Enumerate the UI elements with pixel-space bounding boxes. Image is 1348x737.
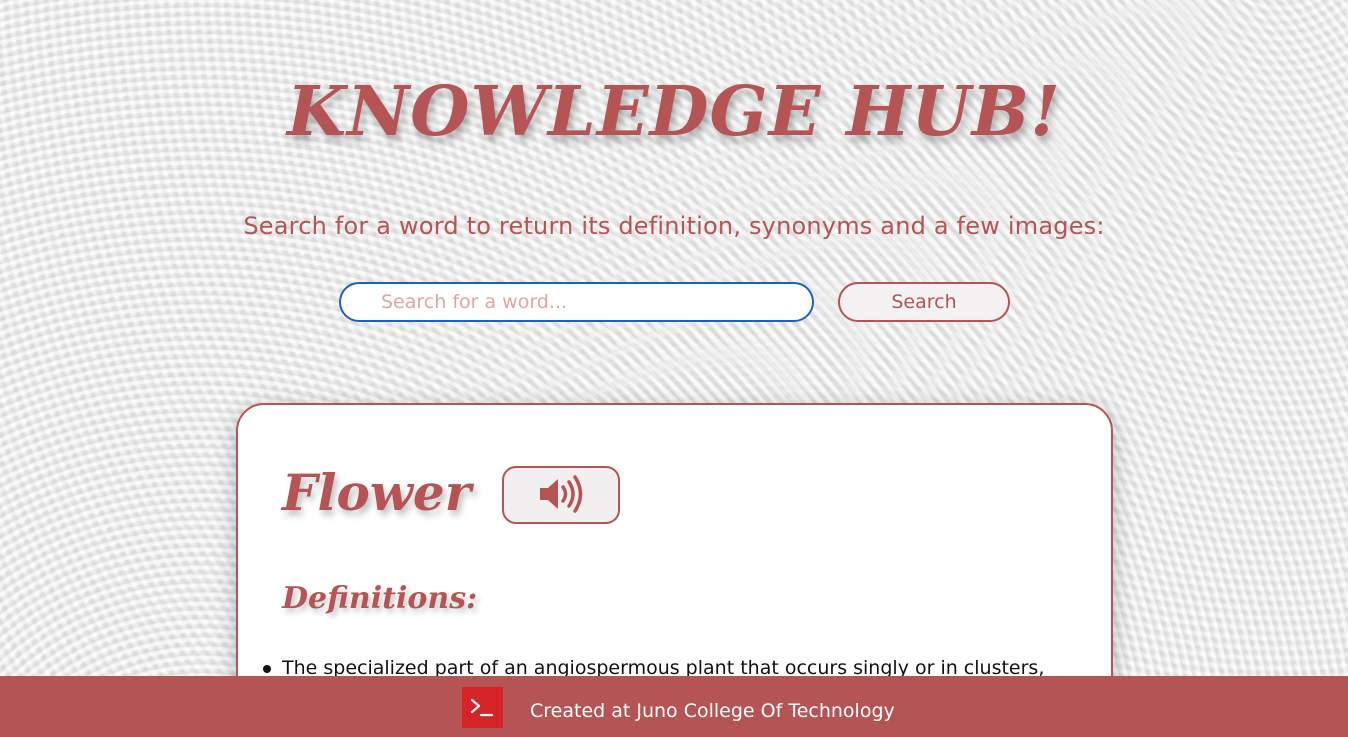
search-input[interactable] bbox=[339, 282, 814, 322]
result-word: Flower bbox=[282, 463, 472, 522]
terminal-icon[interactable] bbox=[462, 687, 503, 728]
speaker-volume-icon bbox=[537, 474, 585, 516]
definitions-heading: Definitions: bbox=[282, 581, 478, 616]
footer: Created at Juno College Of Technology bbox=[0, 676, 1348, 737]
play-audio-button[interactable] bbox=[502, 466, 620, 524]
footer-credit: Created at Juno College Of Technology bbox=[530, 700, 895, 722]
page-subtitle: Search for a word to return its definiti… bbox=[243, 212, 1105, 240]
search-button[interactable]: Search bbox=[838, 282, 1010, 322]
site-title: KNOWLEDGE HUB! bbox=[287, 72, 1061, 152]
